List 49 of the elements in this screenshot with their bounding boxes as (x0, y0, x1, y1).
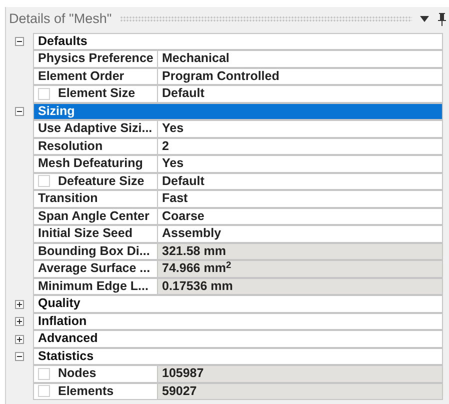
property-label: Elements (58, 382, 114, 400)
property-value[interactable]: 59027 (158, 382, 443, 400)
expand-icon[interactable] (15, 334, 24, 344)
property-label: Minimum Edge L... (38, 278, 148, 295)
section-header[interactable]: Statistics (33, 348, 443, 365)
property-value[interactable]: 2 (158, 138, 443, 155)
property-label: Resolution (38, 138, 103, 155)
property-value[interactable]: Yes (158, 120, 443, 138)
property-value[interactable]: Mechanical (158, 50, 443, 68)
section-header[interactable]: Advanced (33, 330, 443, 348)
panel-title: Details of "Mesh" (9, 10, 112, 28)
property-value[interactable]: Assembly (158, 225, 443, 242)
property-value[interactable]: Default (158, 172, 443, 190)
property-value[interactable]: Fast (158, 190, 443, 208)
collapse-icon[interactable] (15, 37, 24, 46)
property-value[interactable]: 0.17536 mm (158, 278, 443, 295)
checkbox[interactable] (38, 385, 50, 398)
property-value[interactable]: Program Controlled (158, 68, 443, 85)
caret-icon[interactable] (420, 16, 429, 22)
property-value[interactable]: 74.966 mm$^{2}$ (158, 260, 443, 278)
pin-icon[interactable] (437, 12, 447, 26)
property-label: Average Surface ... (38, 260, 150, 278)
property-label: Bounding Box Di... (38, 242, 150, 260)
property-label: Transition (38, 190, 98, 208)
property-label: Element Size (58, 85, 136, 102)
property-value[interactable]: Coarse (158, 208, 443, 225)
property-label: Physics Preference (38, 50, 154, 68)
collapse-icon[interactable] (15, 352, 24, 362)
property-label: Initial Size Seed (38, 225, 132, 242)
collapse-icon[interactable] (15, 107, 24, 116)
checkbox[interactable] (38, 368, 50, 380)
property-value[interactable]: 321.58 mm (158, 242, 443, 260)
checkbox[interactable] (38, 88, 50, 100)
property-label: Use Adaptive Sizi... (38, 120, 152, 138)
property-label: Nodes (58, 365, 96, 382)
section-header[interactable]: Defaults (33, 32, 443, 50)
property-label: Mesh Defeaturing (38, 155, 143, 172)
property-label: Element Order (38, 68, 124, 85)
expand-icon[interactable] (15, 300, 24, 309)
section-header[interactable]: Sizing (33, 102, 443, 120)
property-value[interactable]: Default (158, 85, 443, 102)
checkbox[interactable] (38, 175, 50, 188)
property-value[interactable]: 105987 (158, 365, 443, 382)
section-header[interactable]: Inflation (33, 312, 443, 330)
expand-icon[interactable] (15, 317, 24, 326)
section-header[interactable]: Quality (33, 295, 443, 312)
property-label: Span Angle Center (38, 208, 150, 225)
property-label: Defeature Size (58, 172, 144, 190)
property-value[interactable]: Yes (158, 155, 443, 172)
